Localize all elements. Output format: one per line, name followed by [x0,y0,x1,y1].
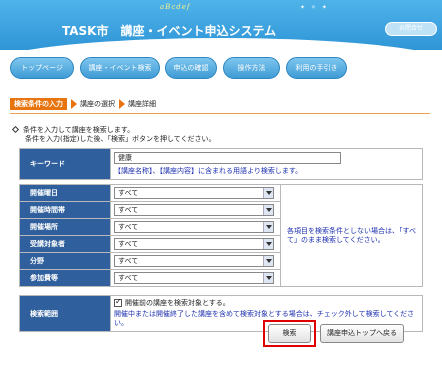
chevron-down-icon[interactable] [263,256,273,266]
target-select[interactable]: すべて [114,238,274,250]
nav-item-confirm[interactable]: 申込の確認 [165,57,217,79]
fee-select[interactable]: すべて [114,272,274,284]
range-label: 検索範囲 [19,295,111,332]
step-current: 検索条件の入力 [10,98,67,110]
weekday-select[interactable]: すべて [114,187,274,199]
weekday-select-value: すべて [118,189,139,197]
field-label-venue: 開催場所 [19,218,111,236]
keyword-note: 【講座名称】、【講座内容】に含まれる用語より検索します。 [114,167,303,175]
field-label-timeslot: 開催時間帯 [19,201,111,219]
search-form: キーワード 健康 【講座名称】、【講座内容】に含まれる用語より検索します。 開催… [19,148,423,332]
field-label-weekday: 開催曜日 [19,184,111,202]
chevron-down-icon[interactable] [263,222,273,232]
step-arrow-icon [119,99,125,109]
chevron-down-icon[interactable] [263,205,273,215]
chevron-down-icon[interactable] [263,239,273,249]
inquiry-button[interactable]: お問合せ [385,22,437,36]
chevron-down-icon[interactable] [263,188,273,198]
step-course-detail: 講座詳細 [128,100,156,108]
page-title: TASK市 講座・イベント申込システム [62,24,277,38]
instruction-line-2: 条件を入力(指定)した後、「検索」ボタンを押してください。 [25,135,216,143]
step-select-course: 講座の選択 [80,100,115,108]
header-decoration-text: aBcdef [160,3,191,11]
field-label-fee: 参加費等 [19,269,111,287]
nav-item-guide[interactable]: 利用の手引き [286,57,347,79]
venue-select[interactable]: すべて [114,221,274,233]
search-button[interactable]: 検索 [268,324,311,343]
form-spacer [19,286,423,296]
fee-select-value: すべて [118,274,139,282]
keyword-label: キーワード [19,148,111,180]
nav-item-howto[interactable]: 操作方法 [223,57,280,79]
range-checkbox-label: 開催前の講座を検索対象とする。 [125,298,230,307]
range-checkbox[interactable] [114,297,122,308]
timeslot-select-value: すべて [118,206,139,214]
nav-item-top[interactable]: トップページ [10,57,74,79]
keyword-input[interactable]: 健康 [114,152,341,164]
timeslot-select[interactable]: すべて [114,204,274,216]
header-sparkle-decoration: ✦ ✧ ✦ [300,4,329,11]
venue-select-value: すべて [118,223,139,231]
instruction-line-1: 条件を入力して講座を検索します。 [23,126,135,134]
header-wave-decoration [0,38,442,50]
site-header: aBcdef ✦ ✧ ✦ TASK市 講座・イベント申込システム お問合せ [0,0,442,50]
field-label-category: 分野 [19,252,111,270]
diamond-bullet-icon [11,125,20,134]
instructions: 条件を入力して講座を検索します。 条件を入力(指定)した後、「検索」ボタンを押し… [11,125,216,144]
step-divider [10,113,430,114]
field-label-target: 受講対象者 [19,235,111,253]
step-arrow-icon [71,99,77,109]
target-select-value: すべて [118,240,139,248]
criteria-side-note: 各項目を検索条件としない場合は、「すべて」のまま検索してください。 [280,184,423,287]
main-nav: トップページ 講座・イベント検索 申込の確認 操作方法 利用の手引き [0,57,442,83]
step-indicator: 検索条件の入力 講座の選択 講座詳細 [10,97,156,111]
nav-item-search[interactable]: 講座・イベント検索 [80,57,160,79]
category-select[interactable]: すべて [114,255,274,267]
back-to-top-button[interactable]: 講座申込トップへ戻る [320,324,404,343]
category-select-value: すべて [118,257,139,265]
chevron-down-icon[interactable] [263,273,273,283]
